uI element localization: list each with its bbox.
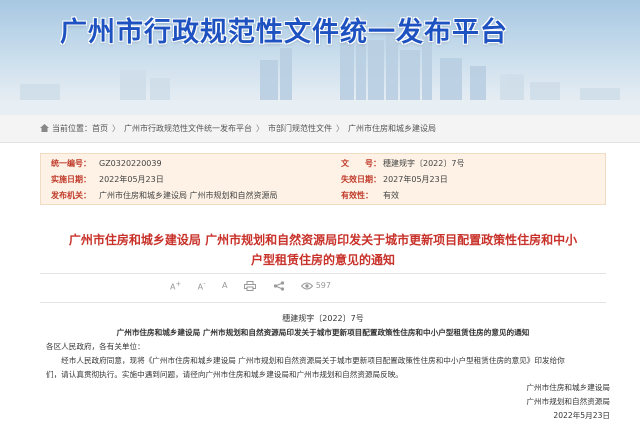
banner: 广州市行政规范性文件统一发布平台 [0,0,640,115]
font-reset-button[interactable]: A [222,281,227,290]
print-button[interactable] [244,280,257,291]
font-increase-button[interactable]: A+ [170,280,181,292]
breadcrumb-separator: 〉 [112,124,120,133]
uid-value: GZ0320220039 [99,159,162,168]
body-paragraph-line1: 经市人民政府同意，现将《广州市住房和城乡建设局 广州市规划和自然资源局关于城市更… [46,356,565,365]
breadcrumb-separator: 〉 [256,124,264,133]
document-title-line2: 户型租赁住房的意见的通知 [250,253,395,267]
signer-1: 广州市住房和城乡建设局 [526,383,610,392]
breadcrumb-home[interactable]: 首页 [92,124,108,133]
doc-number-value: 穗建规字〔2022〕7号 [383,159,465,168]
breadcrumb-dept-docs[interactable]: 市部门规范性文件 [268,124,332,133]
divider [40,302,606,303]
font-decrease-button[interactable]: A- [198,280,206,292]
breadcrumb-bureau[interactable]: 广州市住房和城乡建设局 [348,124,436,133]
uid-label: 统一编号： [51,159,91,168]
view-count: 597 [301,281,331,291]
expire-date-label: 失效日期： [341,175,381,184]
expire-date-value: 2027年05月23日 [383,175,448,184]
divider [40,273,606,274]
sign-date: 2022年5月23日 [553,411,610,420]
document-title-line1: 广州市住房和城乡建设局 广州市规划和自然资源局印发关于城市更新项目配置政策性住房… [68,233,578,247]
breadcrumb: 当前位置：首页〉广州市行政规范性文件统一发布平台〉市部门规范性文件〉广州市住房和… [0,115,640,143]
breadcrumb-prefix: 当前位置： [52,124,92,133]
body-paragraph-line2: 们，请认真贯彻执行。实施中遇到问题，请径向广州市住房和城乡建设局和广州市规划和自… [46,370,403,379]
doc-number-label: 文 号： [341,159,381,168]
view-count-value: 597 [315,281,331,291]
issuer-label: 发布机关： [51,191,91,200]
status-label: 有效性： [341,191,373,200]
document-title: 广州市住房和城乡建设局 广州市规划和自然资源局印发关于城市更新项目配置政策性住房… [40,230,606,270]
site-title: 广州市行政规范性文件统一发布平台 [60,17,508,48]
signer-2: 广州市规划和自然资源局 [526,397,610,406]
document-subtitle: 广州市住房和城乡建设局 广州市规划和自然资源局印发关于城市更新项目配置政策性住房… [116,328,530,337]
effective-date-label: 实施日期： [51,175,91,184]
document-meta-box: 统一编号： GZ0320220039 文 号： 穗建规字〔2022〕7号 实施日… [40,153,606,205]
status-value: 有效 [383,191,399,200]
breadcrumb-separator: 〉 [336,124,344,133]
home-icon [40,124,49,132]
effective-date-value: 2022年05月23日 [99,175,164,184]
printer-icon [244,280,257,291]
salutation: 各区人民政府，各有关单位： [46,342,145,351]
reading-toolbar: A+ A- A 597 [170,280,345,294]
document-number: 穗建规字〔2022〕7号 [282,314,364,323]
share-button[interactable] [273,281,285,291]
share-icon [273,281,284,291]
issuer-value: 广州市住房和城乡建设局 广州市规划和自然资源局 [99,191,278,200]
breadcrumb-platform[interactable]: 广州市行政规范性文件统一发布平台 [124,124,252,133]
eye-icon [301,282,314,290]
